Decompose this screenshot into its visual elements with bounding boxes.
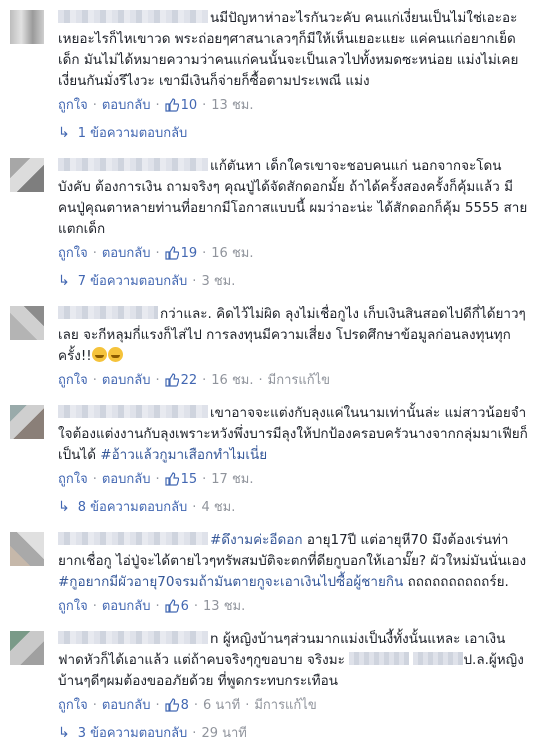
reply-link[interactable]: ตอบกลับ xyxy=(102,599,151,614)
reply-link[interactable]: ตอบกลับ xyxy=(102,698,151,713)
avatar[interactable] xyxy=(10,532,44,566)
reply-arrow-icon: ↳ xyxy=(58,499,70,515)
thumbs-up-icon xyxy=(164,698,179,712)
avatar[interactable] xyxy=(10,405,44,439)
thumbs-up-icon xyxy=(164,373,179,387)
replies-count: 1 ข้อความตอบกลับ xyxy=(77,126,188,141)
replies-count: 7 ข้อความตอบกลับ xyxy=(77,274,188,289)
comment-actions: ถูกใจ · ตอบกลับ · 15 · 17 ชม. xyxy=(58,472,254,487)
comment-time[interactable]: 17 ชม. xyxy=(211,472,253,487)
hashtag-link[interactable]: #ดึงามค่ะอีดอก xyxy=(210,532,303,548)
like-count-value: 10 xyxy=(180,98,198,113)
avatar[interactable] xyxy=(10,631,44,665)
commenter-name-redacted[interactable] xyxy=(58,306,158,319)
like-count-value: 15 xyxy=(180,472,198,487)
comment-actions: ถูกใจ · ตอบกลับ · 22 · 16 ชม. · มีการแก้ไข xyxy=(58,373,331,388)
avatar[interactable] xyxy=(10,10,44,44)
comment-body: n ผู้หญิงบ้านๆส่วนมากแม่งเป็นงี้ทั้งนั้น… xyxy=(58,629,529,692)
comment-text-tail: ถถถถถถถถถถร์ย. xyxy=(403,574,509,590)
like-link[interactable]: ถูกใจ xyxy=(58,246,88,261)
like-link[interactable]: ถูกใจ xyxy=(58,373,88,388)
comment-time[interactable]: 13 ชม. xyxy=(203,599,245,614)
replies-link[interactable]: ↳ 1 ข้อความตอบกลับ xyxy=(0,116,539,148)
reply-link[interactable]: ตอบกลับ xyxy=(102,98,151,113)
redacted-text xyxy=(413,652,464,665)
replies-time: 4 ชม. xyxy=(201,500,236,515)
grin-emoji-icon xyxy=(107,347,123,362)
comment: #ดึงามค่ะอีดอก อายุ17ปี แต่อายุหี70 มึงต… xyxy=(0,522,539,617)
comment-body: เขาอาจจะแต่งกับลุงแค่ในนามเท่านั้นล่ะ แม… xyxy=(58,403,529,466)
like-count[interactable]: 6 xyxy=(164,599,189,614)
like-count[interactable]: 15 xyxy=(164,472,198,487)
reply-arrow-icon: ↳ xyxy=(58,125,70,141)
comment-time[interactable]: 16 ชม. xyxy=(211,246,253,261)
comment-actions: ถูกใจ · ตอบกลับ · 19 · 16 ชม. xyxy=(58,246,254,261)
reply-link[interactable]: ตอบกลับ xyxy=(102,373,151,388)
replies-link[interactable]: ↳ 7 ข้อความตอบกลับ · 3 ชม. xyxy=(0,264,539,296)
comment-body: แก้ตันหา เด็กใครเขาจะชอบคนแก่ นอกจากจะโด… xyxy=(58,156,529,240)
like-count[interactable]: 10 xyxy=(164,98,198,113)
reply-arrow-icon: ↳ xyxy=(58,273,70,289)
comment: เขาอาจจะแต่งกับลุงแค่ในนามเท่านั้นล่ะ แม… xyxy=(0,391,539,490)
like-link[interactable]: ถูกใจ xyxy=(58,599,88,614)
comment-body: กว่าและ. คิดไว้ไม่ผิด ลุงไม่เชื่อกูไง เก… xyxy=(58,304,529,367)
comment-actions: ถูกใจ · ตอบกลับ · 8 · 6 นาที · มีการแก้ไข xyxy=(58,698,317,713)
replies-time: 3 ชม. xyxy=(201,274,236,289)
comment: n ผู้หญิงบ้านๆส่วนมากแม่งเป็นงี้ทั้งนั้น… xyxy=(0,617,539,716)
thumbs-up-icon xyxy=(164,472,179,486)
like-count-value: 8 xyxy=(180,698,189,713)
avatar[interactable] xyxy=(10,158,44,192)
like-count[interactable]: 22 xyxy=(164,373,198,388)
commenter-name-redacted[interactable] xyxy=(58,631,208,644)
like-count-value: 6 xyxy=(180,599,189,614)
grin-emoji-icon xyxy=(91,347,107,362)
commenter-name-redacted[interactable] xyxy=(58,10,208,23)
thumbs-up-icon xyxy=(164,599,179,613)
avatar[interactable] xyxy=(10,306,44,340)
like-count-value: 22 xyxy=(180,373,198,388)
reply-arrow-icon: ↳ xyxy=(58,725,70,741)
like-link[interactable]: ถูกใจ xyxy=(58,698,88,713)
reply-link[interactable]: ตอบกลับ xyxy=(102,246,151,261)
edited-label[interactable]: มีการแก้ไข xyxy=(268,373,330,388)
replies-link[interactable]: ↳ 3 ข้อความตอบกลับ · 29 นาที xyxy=(0,716,539,748)
like-link[interactable]: ถูกใจ xyxy=(58,98,88,113)
like-link[interactable]: ถูกใจ xyxy=(58,472,88,487)
comment-body: #ดึงามค่ะอีดอก อายุ17ปี แต่อายุหี70 มึงต… xyxy=(58,530,529,593)
thumbs-up-icon xyxy=(164,98,179,112)
replies-link[interactable]: ↳ 8 ข้อความตอบกลับ · 4 ชม. xyxy=(0,490,539,522)
edited-label[interactable]: มีการแก้ไข xyxy=(254,698,316,713)
like-count[interactable]: 8 xyxy=(164,698,189,713)
thumbs-up-icon xyxy=(164,246,179,260)
like-count[interactable]: 19 xyxy=(164,246,198,261)
comment-actions: ถูกใจ · ตอบกลับ · 10 · 13 ชม. xyxy=(58,98,254,113)
hashtag-link[interactable]: #กูอยากมีผัวอายุ70จรมถ้ามันตายกูจะเอาเงิ… xyxy=(58,574,403,590)
comment: นมีปัญหาห่าอะไรกันวะคับ คนแก่เงี่ยนเป็นไ… xyxy=(0,0,539,116)
redacted-text xyxy=(349,652,410,665)
reply-link[interactable]: ตอบกลับ xyxy=(102,472,151,487)
replies-count: 8 ข้อความตอบกลับ xyxy=(77,500,188,515)
comment: แก้ตันหา เด็กใครเขาจะชอบคนแก่ นอกจากจะโด… xyxy=(0,148,539,264)
comment-time[interactable]: 16 ชม. xyxy=(211,373,253,388)
hashtag-link[interactable]: #อ้าวแล้วกูมาเสือกทำไมเนี่ย xyxy=(100,447,267,463)
comment-time[interactable]: 13 ชม. xyxy=(211,98,253,113)
comment: กว่าและ. คิดไว้ไม่ผิด ลุงไม่เชื่อกูไง เก… xyxy=(0,296,539,391)
commenter-name-redacted[interactable] xyxy=(58,158,208,171)
comment-body: นมีปัญหาห่าอะไรกันวะคับ คนแก่เงี่ยนเป็นไ… xyxy=(58,8,529,92)
comment-time[interactable]: 6 นาที xyxy=(203,698,240,713)
commenter-name-redacted[interactable] xyxy=(58,532,208,545)
like-count-value: 19 xyxy=(180,246,198,261)
commenter-name-redacted[interactable] xyxy=(58,405,208,418)
comment-actions: ถูกใจ · ตอบกลับ · 6 · 13 ชม. xyxy=(58,599,246,614)
